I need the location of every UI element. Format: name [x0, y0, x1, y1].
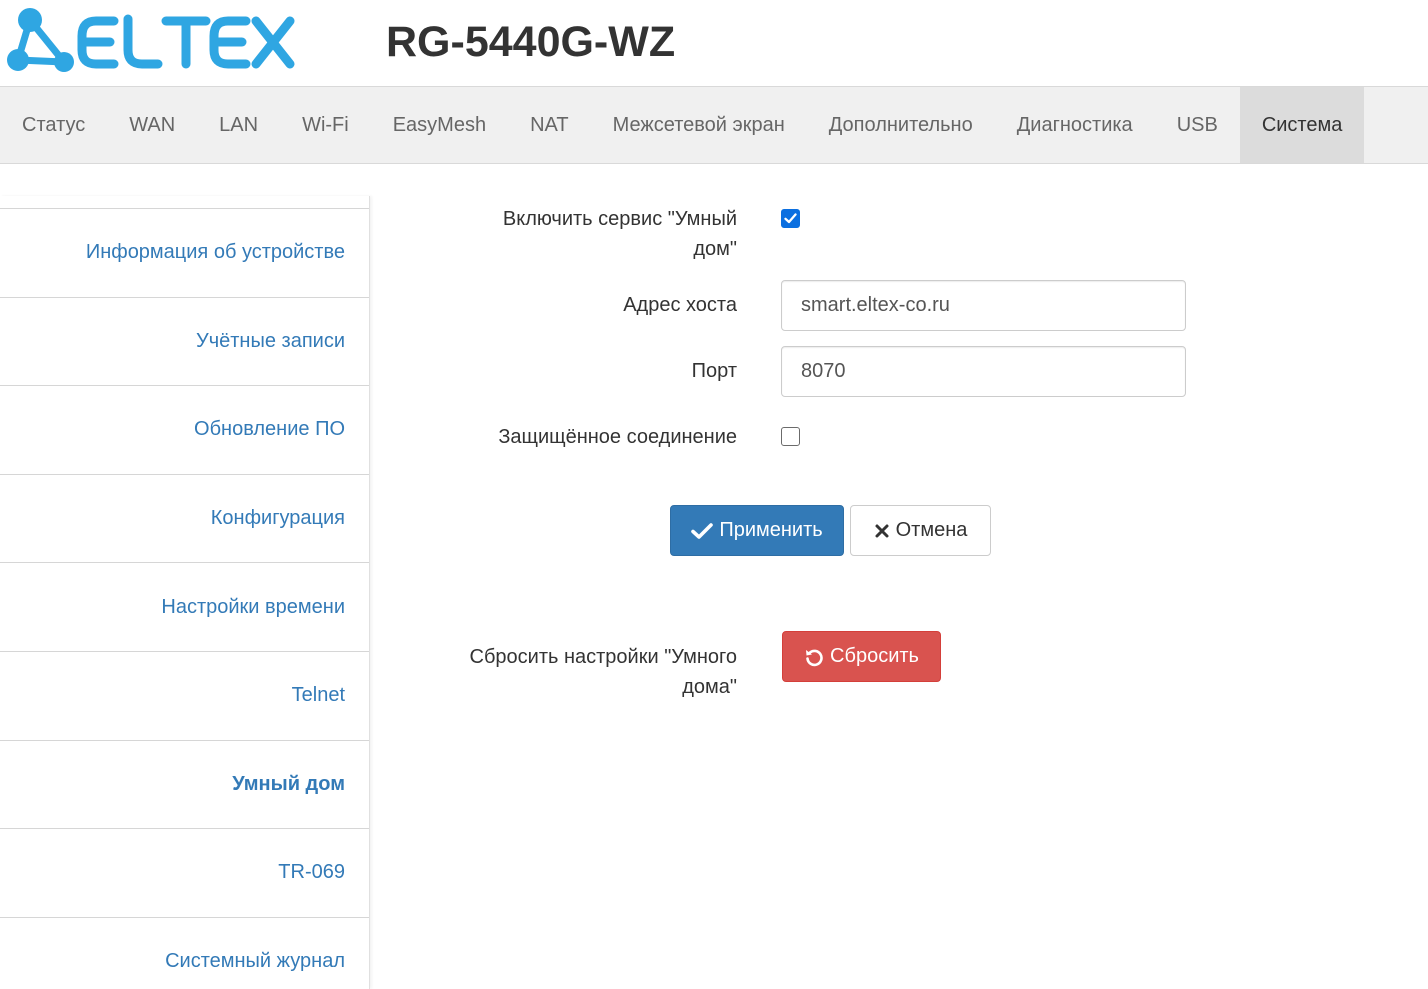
- tab-system[interactable]: Система: [1239, 87, 1365, 163]
- enable-smart-home-label-line2: дом": [693, 238, 737, 260]
- sidebar-menu: Информация об устройстве Учётные записи …: [0, 196, 370, 989]
- tab-firewall[interactable]: Межсетевой экран: [591, 87, 807, 163]
- tab-diagnostics[interactable]: Диагностика: [995, 87, 1155, 163]
- check-icon: [691, 522, 714, 540]
- reset-smart-home-label: Сбросить настройки "Умного дома": [470, 642, 737, 702]
- port-label: Порт: [691, 360, 737, 382]
- enable-smart-home-label-line1: Включить сервис "Умный: [502, 208, 737, 230]
- close-icon: [874, 523, 890, 539]
- secure-connection-label: Защищённое соединение: [498, 426, 737, 448]
- sidebar-item-smart-home[interactable]: Умный дом: [0, 739, 369, 829]
- reset-smart-home-label-line2: дома": [682, 676, 737, 698]
- device-model-title: RG-5440G-WZ: [386, 18, 676, 66]
- tab-lan[interactable]: LAN: [197, 87, 280, 163]
- reset-smart-home-label-line1: Сбросить настройки "Умного: [469, 646, 737, 668]
- sidebar-item-configuration[interactable]: Конфигурация: [0, 473, 369, 563]
- port-input[interactable]: [781, 346, 1186, 397]
- host-address-label: Адрес хоста: [623, 294, 737, 316]
- sidebar-item-device-info[interactable]: Информация об устройстве: [0, 208, 369, 297]
- sidebar-item-firmware-update[interactable]: Обновление ПО: [0, 385, 369, 474]
- apply-button-label: Применить: [719, 519, 823, 541]
- tab-status[interactable]: Статус: [0, 87, 107, 163]
- tab-nat[interactable]: NAT: [508, 87, 591, 163]
- host-address-input[interactable]: [781, 280, 1186, 331]
- reset-button-label: Сбросить: [830, 645, 919, 667]
- tab-advanced[interactable]: Дополнительно: [807, 87, 995, 163]
- top-navigation: Статус WAN LAN Wi-Fi EasyMesh NAT Межсет…: [0, 86, 1428, 164]
- eltex-logo[interactable]: [6, 6, 296, 74]
- cancel-button-label: Отмена: [895, 519, 968, 541]
- header: RG-5440G-WZ: [0, 0, 1428, 86]
- apply-button[interactable]: Применить: [670, 505, 844, 556]
- enable-smart-home-label: Включить сервис "Умный дом": [503, 204, 737, 264]
- enable-smart-home-checkbox[interactable]: [781, 209, 800, 228]
- sidebar-item-system-log[interactable]: Системный журнал: [0, 916, 369, 989]
- tab-usb[interactable]: USB: [1155, 87, 1240, 163]
- sidebar-item-telnet[interactable]: Telnet: [0, 650, 369, 740]
- sidebar-item-tr069[interactable]: TR-069: [0, 828, 369, 917]
- cancel-button[interactable]: Отмена: [850, 505, 991, 556]
- sidebar-item-accounts[interactable]: Учётные записи: [0, 296, 369, 386]
- tab-wan[interactable]: WAN: [107, 87, 197, 163]
- checkmark-icon: [784, 213, 797, 224]
- reset-button[interactable]: Сбросить: [782, 631, 941, 682]
- tab-wifi[interactable]: Wi-Fi: [280, 87, 371, 163]
- secure-connection-checkbox[interactable]: [781, 427, 800, 446]
- sidebar-item-time-settings[interactable]: Настройки времени: [0, 562, 369, 651]
- undo-icon: [804, 647, 824, 667]
- tab-easymesh[interactable]: EasyMesh: [371, 87, 508, 163]
